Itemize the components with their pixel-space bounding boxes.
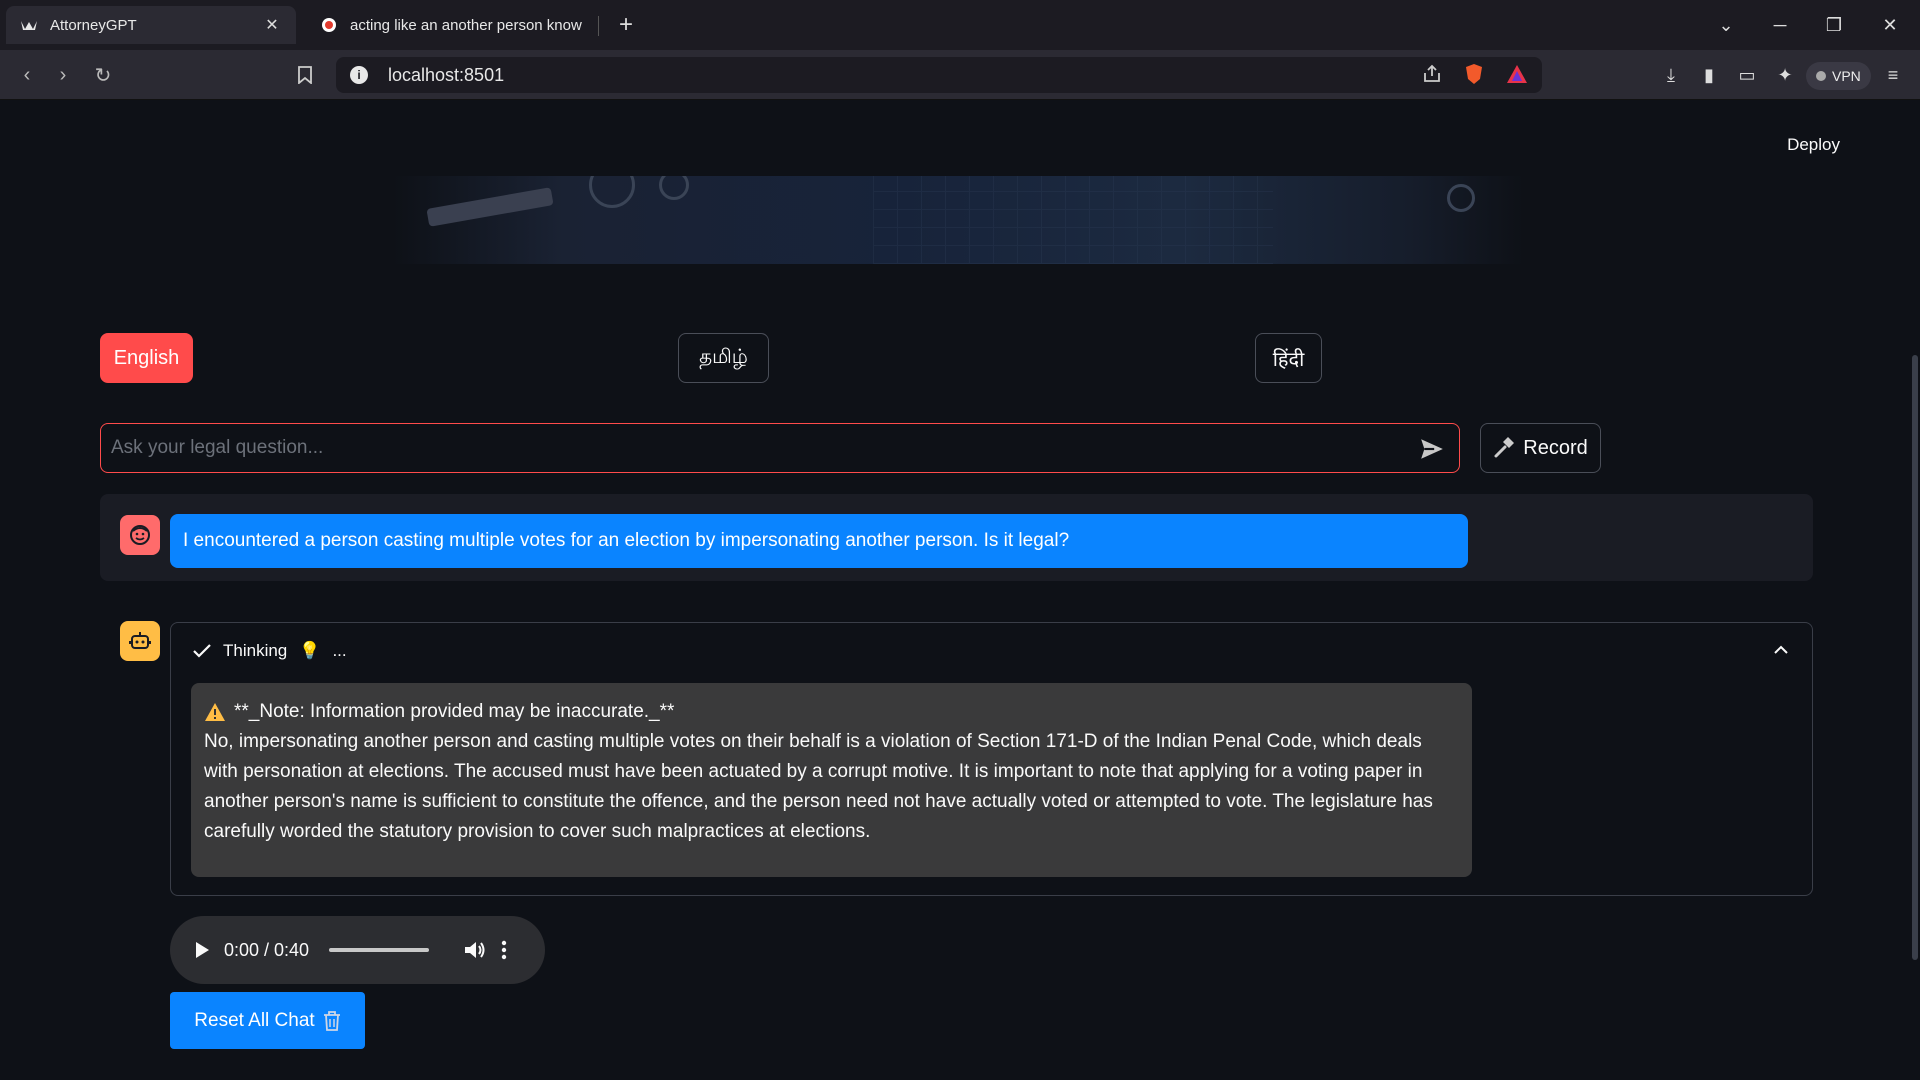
wallet-icon[interactable]: ▭ [1732,60,1762,90]
browser-nav-bar: ‹ › ↻ i localhost:8501 ⤓ ▮ ▭ ✦ ≡ [0,50,1920,100]
vpn-status-icon [1816,71,1826,81]
close-tab-icon[interactable]: ✕ [262,15,282,35]
checkmark-icon [193,644,211,658]
brave-search-icon [320,16,338,34]
sidebar-icon[interactable]: ▮ [1694,60,1724,90]
hammer-icon [1494,437,1515,458]
page-scrollbar[interactable] [1910,355,1920,1065]
answer-box: **_Note: Information provided may be ina… [191,683,1472,877]
tab-title: AttorneyGPT [50,16,137,34]
send-icon[interactable] [1419,436,1445,462]
bookmark-icon[interactable] [290,60,320,90]
brave-shields-icon[interactable] [1464,63,1484,90]
user-message-container: I encountered a person casting multiple … [100,494,1813,581]
leo-ai-icon[interactable]: ✦ [1770,60,1800,90]
tab-title: acting like an another person know [350,16,582,34]
language-english-button[interactable]: English [100,333,193,383]
thinking-ellipsis: ... [332,641,347,660]
audio-time: 0:00 / 0:40 [224,939,310,960]
user-avatar-icon [120,515,160,555]
answer-text: No, impersonating another person and cas… [204,731,1433,842]
restore-icon[interactable]: ❐ [1806,0,1862,50]
downloads-icon[interactable]: ⤓ [1656,60,1686,90]
language-tamil-button[interactable]: தமிழ் [678,333,769,383]
brave-rewards-icon[interactable] [1506,64,1528,89]
accuracy-note: **_Note: Information provided may be ina… [234,701,675,722]
reset-label: Reset All Chat [194,1009,315,1031]
vpn-button[interactable]: VPN [1806,62,1871,90]
input-placeholder: Ask your legal question... [111,437,324,458]
address-bar[interactable]: i localhost:8501 [336,57,1542,93]
thinking-label: Thinking [223,641,288,660]
more-options-icon[interactable] [501,940,507,960]
user-message-text: I encountered a person casting multiple … [170,514,1468,568]
banner-circle-shape [1447,184,1475,212]
header-banner-image [393,176,1523,264]
trash-icon [323,1010,340,1031]
record-label: Record [1523,436,1588,459]
banner-circle-shape [659,176,689,200]
play-icon[interactable] [194,941,210,959]
url-text: localhost:8501 [388,64,505,85]
close-window-icon[interactable]: ✕ [1862,0,1918,50]
banner-circle-shape [589,176,635,208]
thinking-expander[interactable]: Thinking 💡 ... **_Note: Information prov… [170,622,1813,896]
site-info-icon[interactable]: i [350,66,368,84]
banner-grid-pattern [873,176,1273,264]
menu-icon[interactable]: ≡ [1878,60,1908,90]
chevron-up-icon[interactable] [1772,641,1790,659]
tab-attorneygpt[interactable]: AttorneyGPT ✕ [6,6,296,44]
forward-icon[interactable]: › [48,60,78,90]
scrollbar-thumb[interactable] [1912,355,1918,960]
thinking-header[interactable]: Thinking 💡 ... [193,641,347,661]
back-icon[interactable]: ‹ [12,60,42,90]
language-hindi-button[interactable]: हिंदी [1255,333,1322,383]
legal-question-input[interactable]: Ask your legal question... [100,423,1460,473]
new-tab-button[interactable]: + [612,10,640,40]
bot-avatar-icon [120,621,160,661]
tab-search[interactable]: acting like an another person know [306,6,596,44]
minimize-icon[interactable]: ─ [1752,0,1808,50]
tab-separator [598,16,599,36]
banner-gavel-shape [426,187,554,227]
tab-list-chevron-icon[interactable]: ⌄ [1698,0,1754,50]
vpn-label: VPN [1832,68,1861,84]
warning-icon [205,703,225,721]
record-button[interactable]: Record [1480,423,1601,473]
reload-icon[interactable]: ↻ [88,60,118,90]
audio-progress-slider[interactable] [329,948,430,952]
share-icon[interactable] [1422,64,1442,89]
browser-tab-bar: AttorneyGPT ✕ acting like an another per… [0,0,1920,50]
reset-all-chat-button[interactable]: Reset All Chat [170,992,365,1049]
streamlit-crown-icon [20,16,38,34]
streamlit-app: Deploy English தமிழ் हिंदी Ask your lega… [0,101,1920,1080]
deploy-button[interactable]: Deploy [1787,135,1840,155]
volume-icon[interactable] [463,939,487,961]
audio-player: 0:00 / 0:40 [170,916,545,984]
lightbulb-icon: 💡 [299,641,321,660]
